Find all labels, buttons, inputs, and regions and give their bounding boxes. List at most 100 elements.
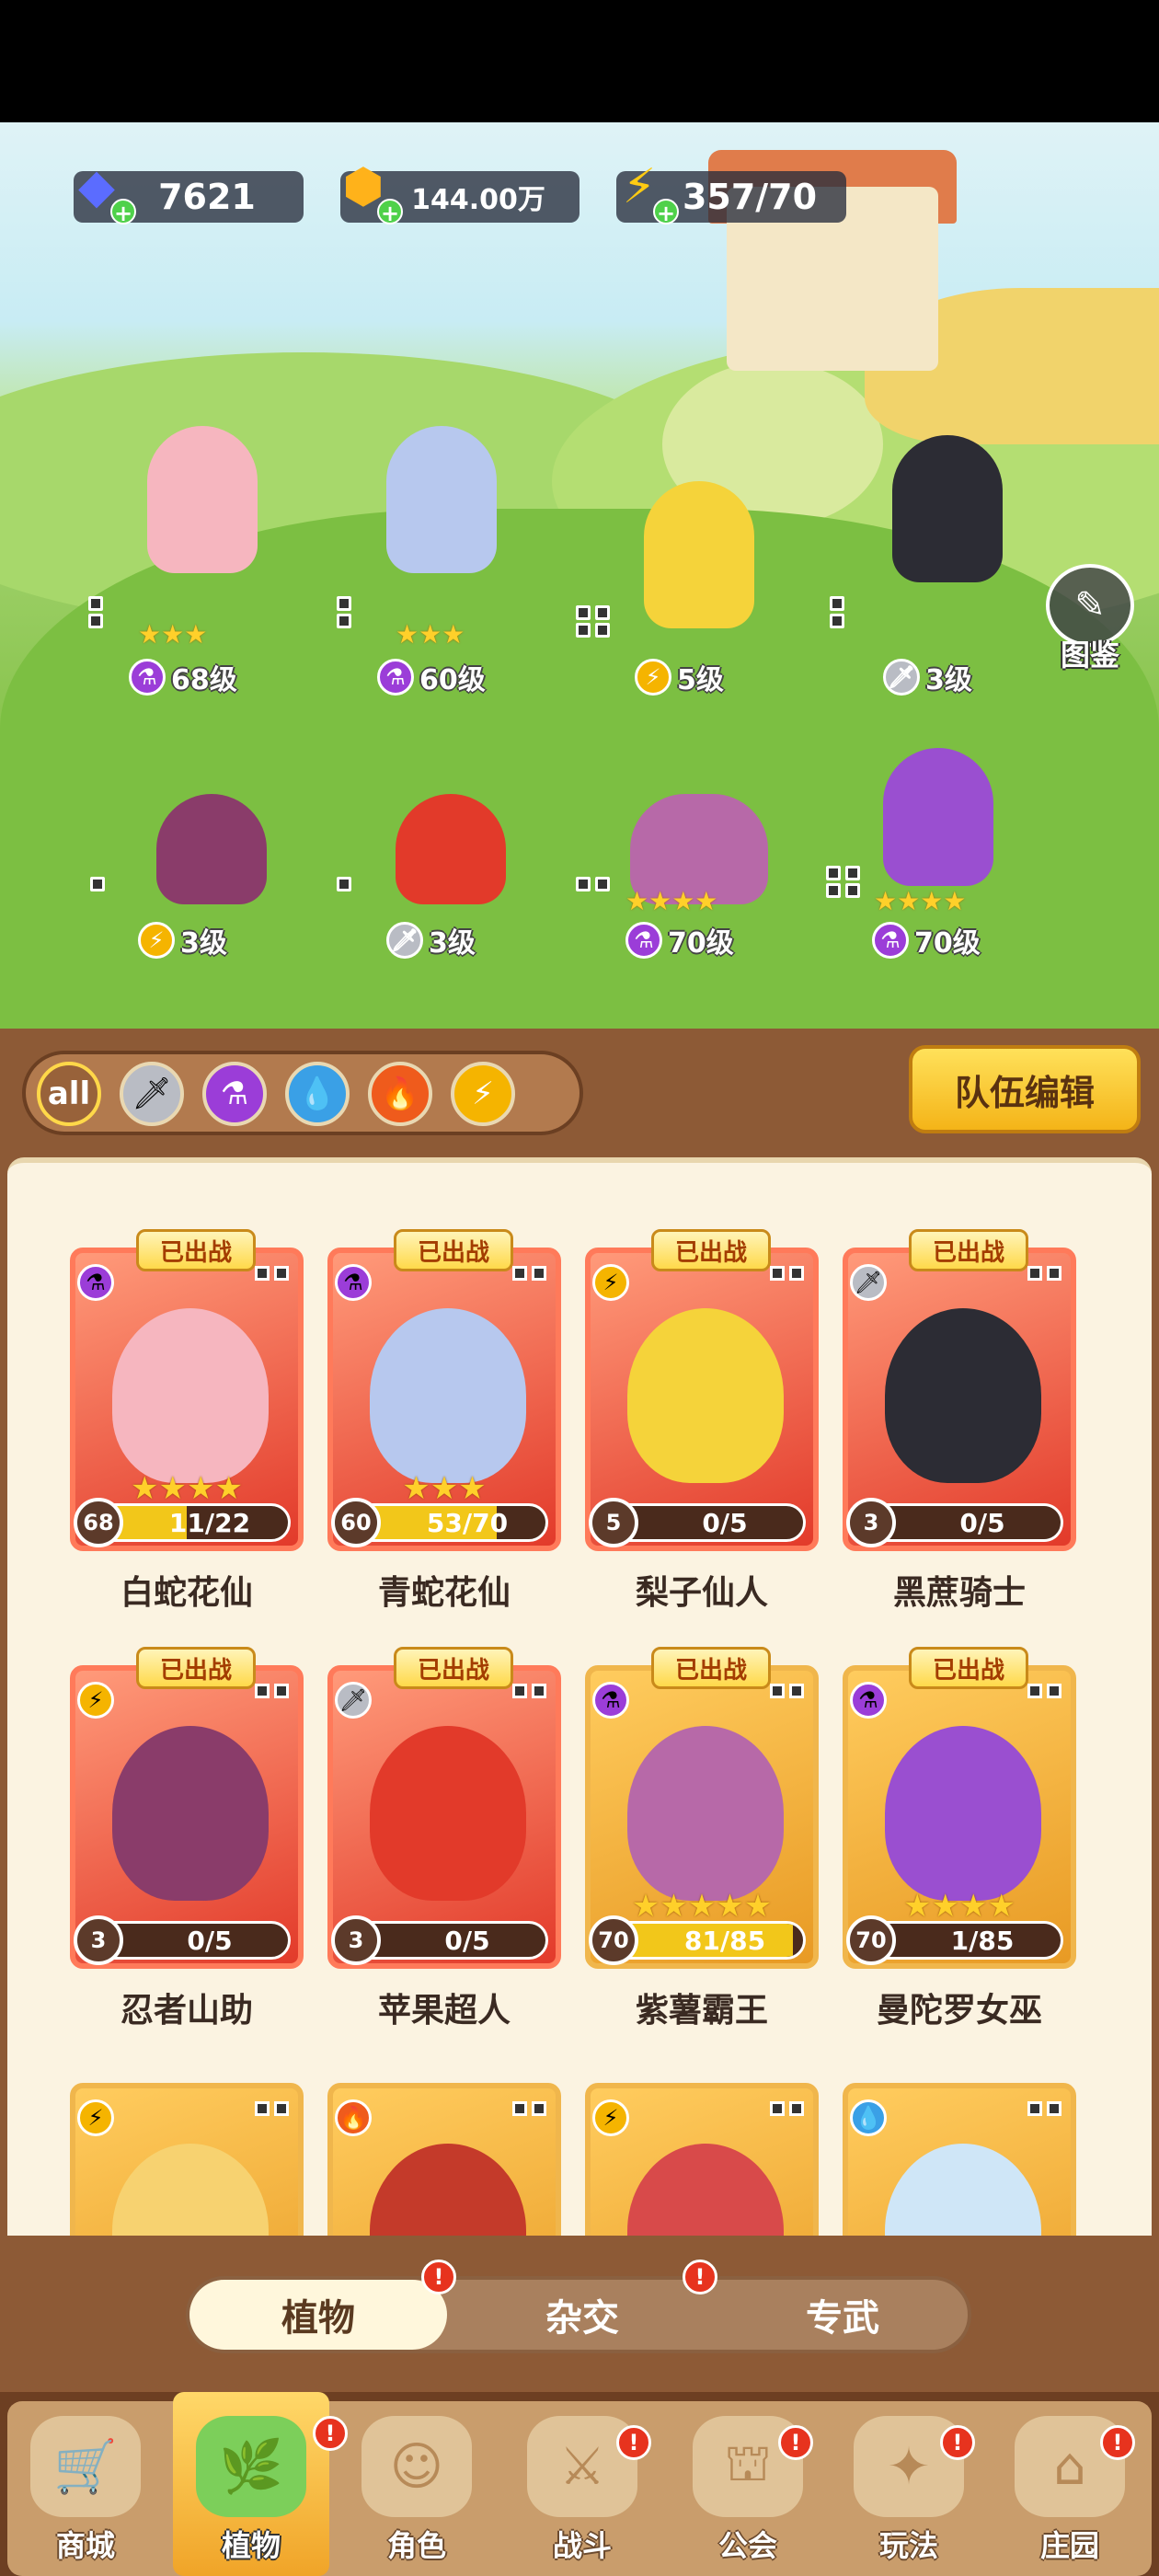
card-level: 3 — [74, 1915, 123, 1965]
plant-card[interactable]: 🔥 — [327, 2064, 561, 2236]
plant-card[interactable]: 已出战 ⚡ 0/5 3 — [70, 1647, 304, 1969]
deployed-tag: 已出战 — [651, 1229, 771, 1271]
progress-text: 0/5 — [187, 1925, 233, 1956]
tab-weapon[interactable]: 专武 — [714, 2280, 971, 2350]
plant-card[interactable]: 已出战 ⚗ ★★★★ 1/85 70 — [843, 1647, 1076, 1969]
plants-icon: 🌿 — [196, 2416, 306, 2517]
plant-portrait — [370, 1726, 526, 1901]
filter-all-button[interactable]: all — [37, 1062, 101, 1126]
plant-card[interactable]: ⚡ — [585, 2064, 819, 2236]
nav-shop[interactable]: 🛒 商城 — [7, 2401, 164, 2576]
nav-characters[interactable]: ☺ 角色 — [339, 2401, 495, 2576]
formation-icon — [576, 877, 612, 891]
hero-slot[interactable] — [625, 730, 773, 904]
filter-bar: all 🗡 ⚗ 💧 🔥 ⚡ 队伍编辑 — [0, 1029, 1159, 1157]
class-filter: all 🗡 ⚗ 💧 🔥 ⚡ — [22, 1051, 583, 1135]
plant-card[interactable]: ⚡ — [70, 2064, 304, 2236]
plant-portrait — [627, 2144, 784, 2236]
plant-name: 曼陀罗女巫 — [876, 1992, 1042, 2030]
plant-card[interactable]: 已出战 ⚗ ★★★ 53/70 60 — [327, 1229, 561, 1551]
nav-label: 角色 — [386, 2528, 446, 2563]
tujian-label: 图鉴 — [1060, 638, 1119, 673]
deployed-tag: 已出战 — [394, 1647, 513, 1689]
fire-icon[interactable]: 🔥 — [368, 1062, 432, 1126]
lightning-icon[interactable]: ⚡ — [451, 1062, 515, 1126]
tab-plants[interactable]: 植物 — [189, 2280, 447, 2350]
formation-icon — [1027, 1266, 1063, 1281]
plant-portrait — [885, 1726, 1041, 1901]
shop-icon: 🛒 — [30, 2416, 141, 2517]
bottom-nav-inner: 🛒 商城 🌿 植物 ☺ 角色 ⚔ 战斗 ⛫ 公会 ✦ 玩法 ⌂ 庄园 — [7, 2392, 1152, 2576]
formation-icon — [1027, 2101, 1063, 2116]
nav-plants[interactable]: 🌿 植物 — [173, 2392, 329, 2576]
hero-stars: ★★★ — [138, 619, 208, 650]
hero-slot[interactable] — [874, 408, 1021, 582]
hero-level: 🗡 3级 — [386, 920, 476, 960]
potion-icon: ⚗ — [625, 922, 662, 959]
potion-icon: ⚗ — [872, 922, 909, 959]
formation-icon — [576, 605, 612, 638]
tab-hybrid[interactable]: 杂交 — [453, 2280, 711, 2350]
nav-label: 植物 — [221, 2528, 281, 2563]
formation-icon — [255, 1266, 291, 1281]
sword-icon: 🗡 — [883, 659, 920, 696]
add-coins-icon[interactable]: + — [377, 199, 403, 226]
deployed-tag: 已出战 — [909, 1647, 1028, 1689]
water-drop-icon[interactable]: 💧 — [285, 1062, 350, 1126]
team-edit-button[interactable]: 队伍编辑 — [909, 1045, 1141, 1133]
formation-icon — [88, 596, 105, 628]
progress-text: 1/85 — [950, 1925, 1015, 1956]
deployed-tag: 已出战 — [651, 1647, 771, 1689]
lightning-icon: ⚡ — [138, 922, 175, 959]
hero-slot[interactable] — [625, 454, 773, 628]
card-panel: 已出战 ⚗ ★★★★ 11/22 68 白蛇花仙 已出战 ⚗ ★★★ 53/70 60 青蛇花仙 已出战… — [0, 1157, 1159, 2392]
plant-card[interactable]: 已出战 🗡 0/5 3 — [843, 1229, 1076, 1551]
card-level: 68 — [74, 1498, 123, 1547]
nav-label: 公会 — [717, 2528, 777, 2563]
hero-slot[interactable] — [138, 730, 285, 904]
progress-text: 0/5 — [702, 1507, 748, 1538]
deployed-tag: 已出战 — [136, 1647, 256, 1689]
energy-counter[interactable]: ⚡ + 357/70 — [616, 159, 846, 226]
coins-counter[interactable]: ⬢ + 144.00万 — [340, 159, 580, 226]
progress-text: 53/70 — [426, 1507, 509, 1538]
plant-portrait — [885, 1308, 1041, 1483]
add-energy-icon[interactable]: + — [653, 199, 679, 226]
tujian-button[interactable]: ✎ 图鉴 — [1039, 564, 1141, 674]
sub-tabs: 植物 杂交 专武 — [186, 2276, 971, 2353]
hero-slot[interactable] — [129, 398, 276, 573]
hero-slot[interactable] — [377, 730, 524, 904]
notification-badge: ! — [778, 2425, 813, 2460]
plant-card[interactable]: 已出战 ⚗ ★★★★★ 81/85 70 — [585, 1647, 819, 1969]
plant-portrait — [370, 1308, 526, 1483]
potion-icon: ⚗ — [77, 1264, 114, 1301]
formation-icon — [1027, 1684, 1063, 1698]
potion-icon: ⚗ — [335, 1264, 372, 1301]
nav-label: 战斗 — [552, 2528, 612, 2563]
add-gems-icon[interactable]: + — [110, 199, 136, 226]
notification-badge: ! — [616, 2425, 651, 2460]
formation-icon — [337, 596, 353, 628]
card-level: 3 — [846, 1498, 896, 1547]
hero-slot[interactable] — [865, 711, 1012, 886]
plant-card[interactable]: 已出战 ⚗ ★★★★ 11/22 68 — [70, 1229, 304, 1551]
plant-name: 黑蔗骑士 — [892, 1574, 1026, 1612]
hero-slot[interactable] — [368, 398, 515, 573]
potion-icon[interactable]: ⚗ — [202, 1062, 267, 1126]
hero-level: ⚗ 60级 — [377, 657, 486, 697]
sword-icon[interactable]: 🗡 — [120, 1062, 184, 1126]
gems-counter[interactable]: ◆ + 7621 — [74, 159, 304, 226]
plant-portrait — [112, 2144, 269, 2236]
hero-scene: ◆ + 7621 ⬢ + 144.00万 ⚡ + 357/70 ✎ 图鉴 ★★★… — [0, 122, 1159, 1029]
plant-card[interactable]: 已出战 🗡 0/5 3 — [327, 1647, 561, 1969]
notification-badge: ! — [313, 2416, 348, 2451]
formation-icon — [337, 877, 353, 891]
plant-name: 青蛇花仙 — [377, 1574, 511, 1612]
plant-card[interactable]: 💧 — [843, 2064, 1076, 2236]
card-grid: 已出战 ⚗ ★★★★ 11/22 68 白蛇花仙 已出战 ⚗ ★★★ 53/70 60 青蛇花仙 已出战… — [7, 1157, 1152, 2236]
water-drop-icon: 💧 — [850, 2099, 887, 2136]
plant-name: 梨子仙人 — [635, 1574, 768, 1612]
plant-card[interactable]: 已出战 ⚡ 0/5 5 — [585, 1229, 819, 1551]
potion-icon: ⚗ — [377, 659, 414, 696]
progress-text: 0/5 — [959, 1507, 1005, 1538]
